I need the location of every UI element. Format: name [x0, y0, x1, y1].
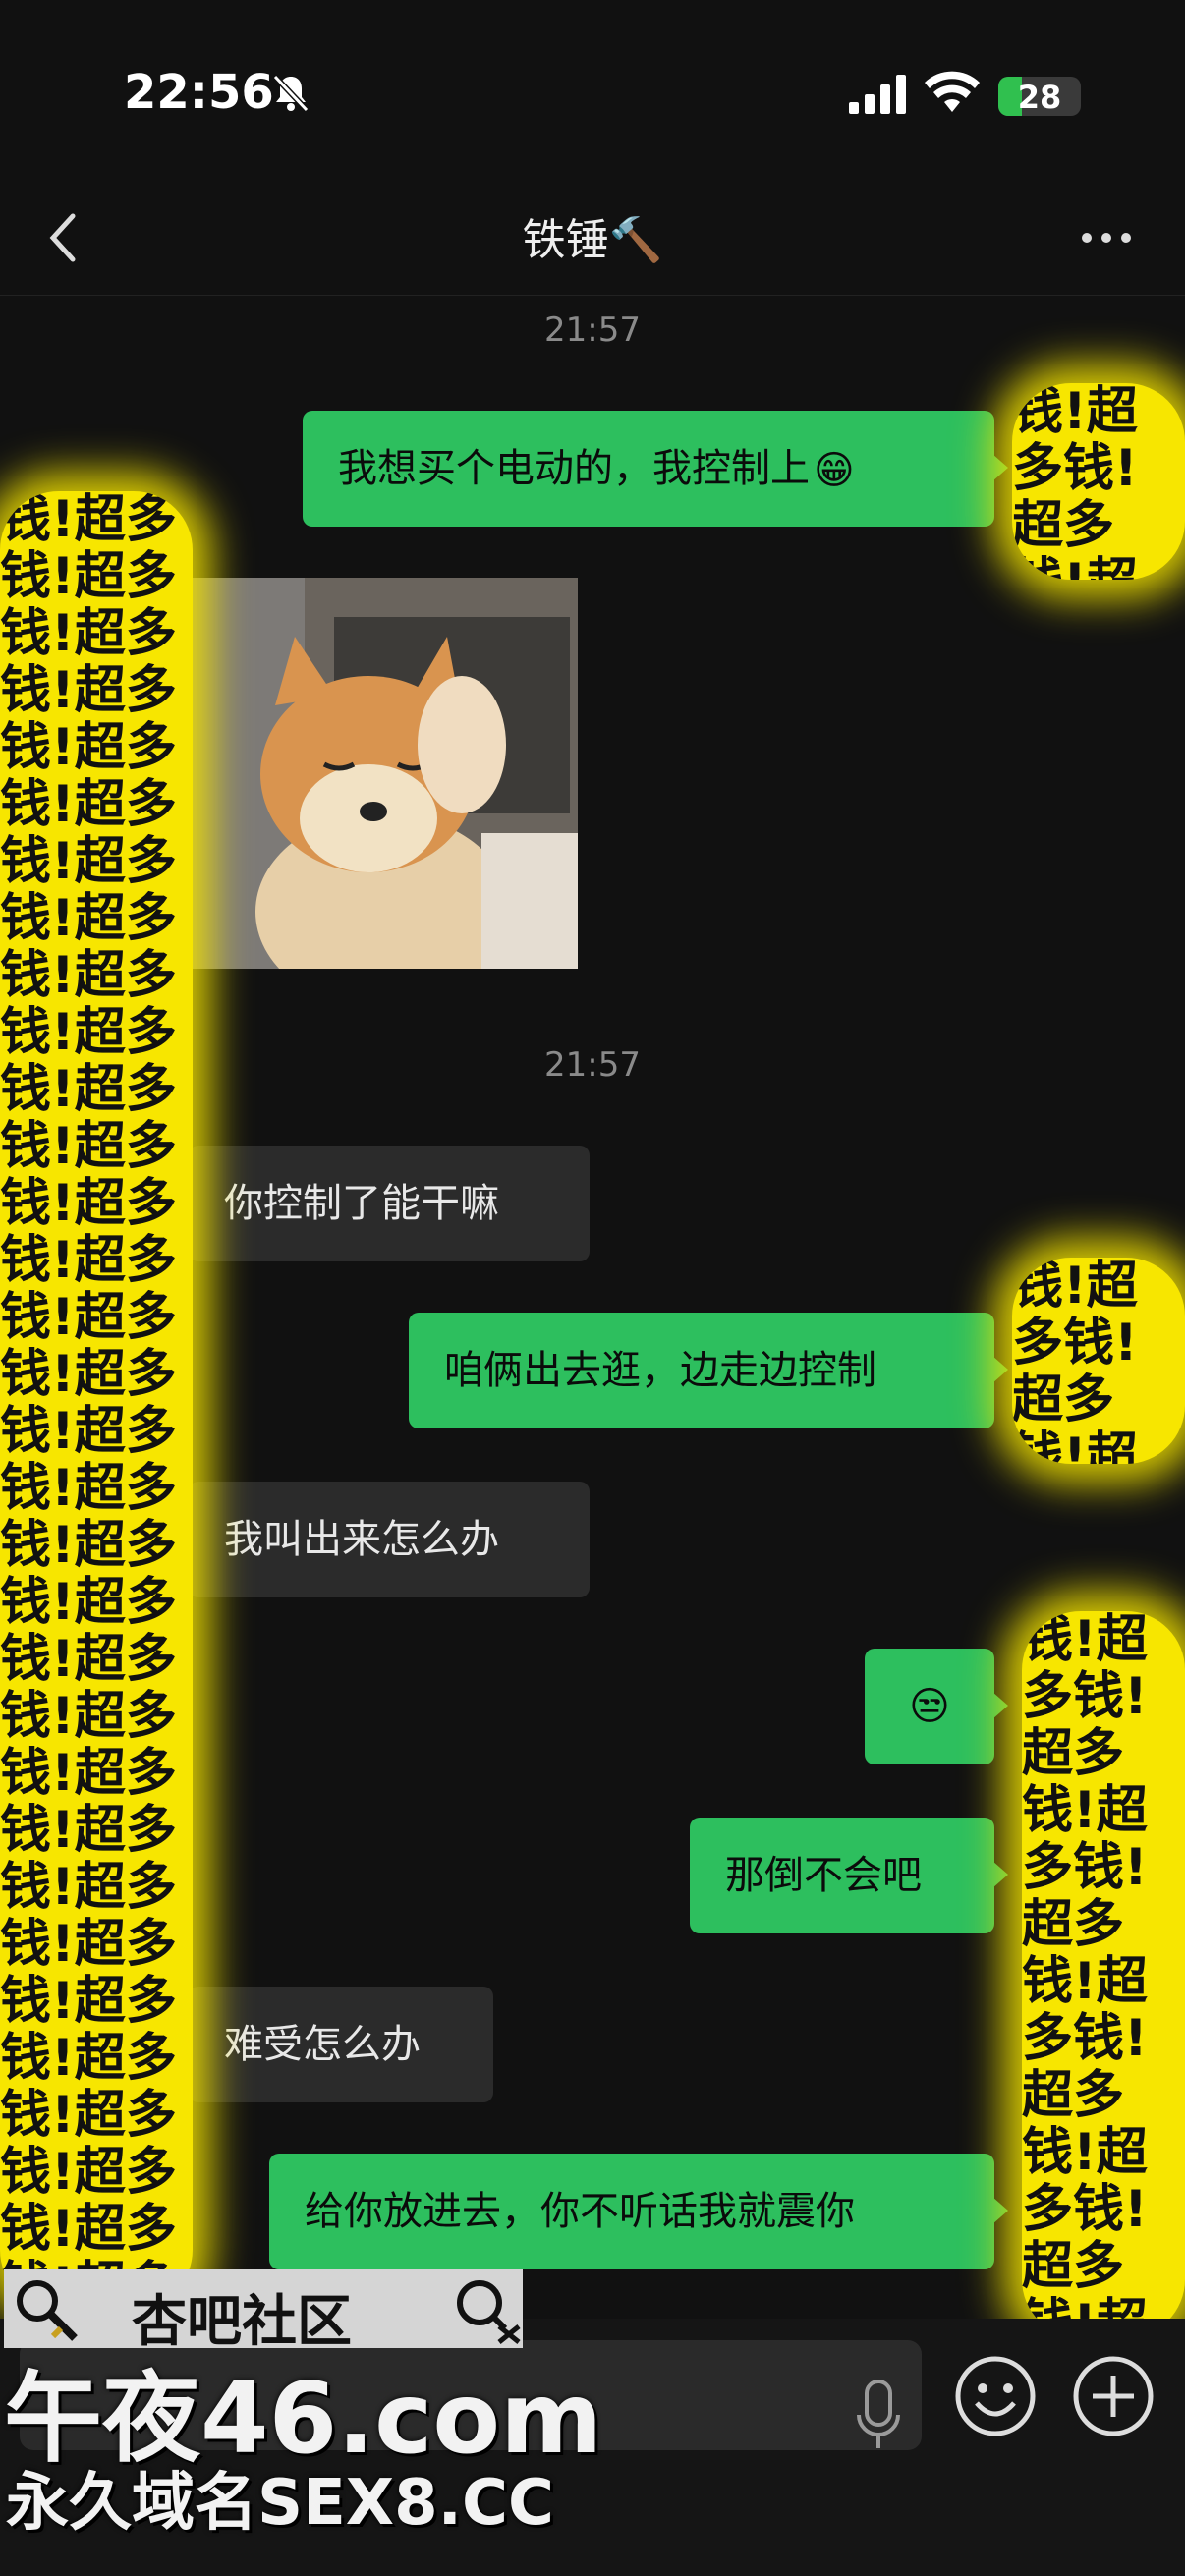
timestamp: 21:57 [544, 310, 641, 350]
censor-sticker: 钱!超多钱!超多钱!超多钱!超多钱!超多钱!超多钱!超多钱!超多钱!超多钱!超多… [1012, 383, 1185, 580]
censor-pattern: 钱!超多钱!超多钱!超多钱!超多钱!超多钱!超多钱!超多钱!超多钱!超多钱!超多… [1022, 1611, 1148, 2338]
message-incoming[interactable]: 我叫出来怎么办 [175, 1482, 590, 1597]
search-key-icon [17, 2280, 78, 2341]
search-close-icon [457, 2280, 521, 2344]
battery-indicator: 28 [998, 77, 1081, 116]
censor-sticker: 钱!超多钱!超多钱!超多钱!超多钱!超多钱!超多钱!超多钱!超多钱!超多钱!超多… [1022, 1611, 1185, 2338]
censor-sticker: 钱!超多钱!超多钱!超多钱!超多钱!超多钱!超多钱!超多钱!超多钱!超多钱!超多… [0, 491, 193, 2309]
signal-icon [849, 75, 906, 114]
battery-level: 28 [1017, 79, 1062, 116]
smiley-icon[interactable] [953, 2354, 1038, 2438]
message-outgoing[interactable]: 😒 [865, 1649, 1008, 1764]
message-incoming[interactable]: 你控制了能干嘛 [175, 1146, 590, 1261]
watermark-banner: 杏吧社区 [4, 2269, 523, 2354]
watermark-subdomain: 永久域名SEX8.CC [6, 2467, 554, 2540]
message-text: 我叫出来怎么办 [224, 1517, 499, 1562]
message-text: 你控制了能干嘛 [224, 1181, 499, 1226]
message-text: 咱俩出去逛，边走边控制 [444, 1348, 876, 1393]
chat-header: 铁锤🔨 [0, 187, 1185, 296]
message-text: 难受怎么办 [224, 2022, 421, 2067]
message-text: 那倒不会吧 [725, 1853, 922, 1898]
censor-sticker: 钱!超多钱!超多钱!超多钱!超多钱!超多钱!超多钱!超多钱!超多钱!超多钱!超多… [1012, 1258, 1185, 1464]
more-dots-icon[interactable] [1077, 208, 1136, 267]
plus-circle-icon[interactable] [1071, 2354, 1156, 2438]
message-text: 给你放进去，你不听话我就震你 [305, 2189, 855, 2234]
shiba-inu-sticker[interactable] [187, 578, 578, 969]
wifi-icon [925, 71, 980, 112]
censor-pattern: 钱!超多钱!超多钱!超多钱!超多钱!超多钱!超多钱!超多钱!超多钱!超多钱!超多… [1012, 1258, 1138, 1464]
grin-emoji: 😁 [814, 448, 855, 493]
censor-pattern: 钱!超多钱!超多钱!超多钱!超多钱!超多钱!超多钱!超多钱!超多钱!超多钱!超多… [1012, 383, 1138, 580]
censor-pattern: 钱!超多钱!超多钱!超多钱!超多钱!超多钱!超多钱!超多钱!超多钱!超多钱!超多… [0, 491, 177, 2309]
message-outgoing[interactable]: 那倒不会吧 [690, 1818, 1008, 1933]
bell-slash-icon [272, 74, 310, 113]
unamused-emoji: 😒 [909, 1684, 950, 1729]
message-outgoing[interactable]: 咱俩出去逛，边走边控制 [409, 1313, 1008, 1428]
microphone-icon[interactable] [851, 2378, 906, 2456]
message-incoming[interactable]: 难受怎么办 [175, 1987, 493, 2102]
chat-title: 铁锤🔨 [522, 215, 663, 265]
message-outgoing[interactable]: 给你放进去，你不听话我就震你 [269, 2154, 1008, 2269]
message-outgoing[interactable]: 我想买个电动的，我控制上 😁 [303, 411, 1008, 527]
message-text: 我想买个电动的，我控制上 [338, 446, 810, 491]
status-time: 22:56 [124, 65, 274, 120]
status-bar: 22:56 28 [0, 0, 1185, 187]
